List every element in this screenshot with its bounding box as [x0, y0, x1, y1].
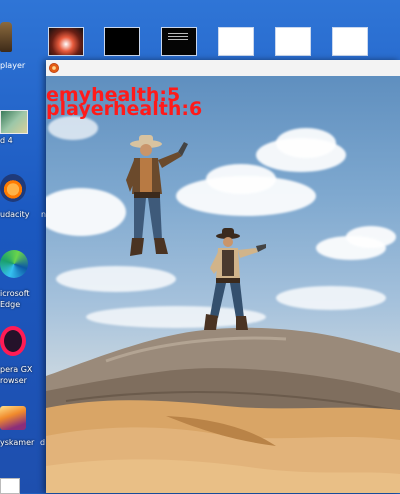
d4-icon: [0, 110, 28, 134]
window-thumbnail-5[interactable]: [275, 27, 311, 56]
window-titlebar[interactable]: [46, 60, 400, 77]
app-icon: [49, 63, 59, 73]
cloud: [276, 286, 386, 310]
cloud: [346, 226, 396, 248]
edge-icon: [0, 250, 28, 278]
game-thumbnail-icon[interactable]: [0, 22, 12, 52]
desktop-icon-skykamer[interactable]: yskamer: [0, 406, 48, 456]
player-health-label: playerhealth:6: [46, 98, 203, 120]
window-thumbnail-3[interactable]: [161, 27, 197, 56]
thumbnail-label: player: [0, 61, 26, 70]
opera-gx-icon: [0, 326, 26, 356]
desktop-icon-label: yskamer: [0, 438, 35, 447]
desktop-icon-edge[interactable]: icrosoft Edge: [0, 250, 48, 314]
window-thumbnail-2[interactable]: [104, 27, 140, 56]
file-icon: [0, 478, 20, 494]
desktop-icon-label-line2: Edge: [0, 300, 21, 309]
enemy-cowboy: [126, 135, 188, 256]
desktop-icon-label-line1: pera GX: [0, 365, 33, 374]
audacity-icon: [0, 174, 26, 202]
cloud: [206, 164, 276, 194]
cloud: [276, 128, 336, 158]
player-cowboy: [204, 228, 266, 330]
sand-dunes: [46, 400, 400, 493]
desktop-icon-label-line1: icrosoft: [0, 289, 30, 298]
desktop-icon-label-fragment: d: [40, 438, 46, 447]
desktop-icon-label: d 4: [0, 136, 13, 145]
cloud: [56, 266, 176, 292]
desktop-icon-label: udacity: [0, 210, 30, 219]
skykamer-icon: [0, 406, 26, 430]
window-thumbnail-1[interactable]: [48, 27, 84, 56]
game-canvas[interactable]: [46, 76, 400, 493]
desktop-icon-file[interactable]: [0, 478, 48, 494]
desktop-icon-label: icrosoft Edge: [0, 288, 30, 310]
window-thumbnail-strip: [0, 0, 400, 60]
game-window[interactable]: [46, 60, 400, 493]
window-thumbnail-4[interactable]: [218, 27, 254, 56]
desktop-icon-opera-gx[interactable]: pera GX rowser: [0, 326, 48, 390]
desktop-icon-label: pera GX rowser: [0, 364, 32, 386]
window-thumbnail-6[interactable]: [332, 27, 368, 56]
desktop-icon-label-line2: rowser: [0, 376, 27, 385]
desktop-icon-d4[interactable]: d 4: [0, 110, 48, 150]
